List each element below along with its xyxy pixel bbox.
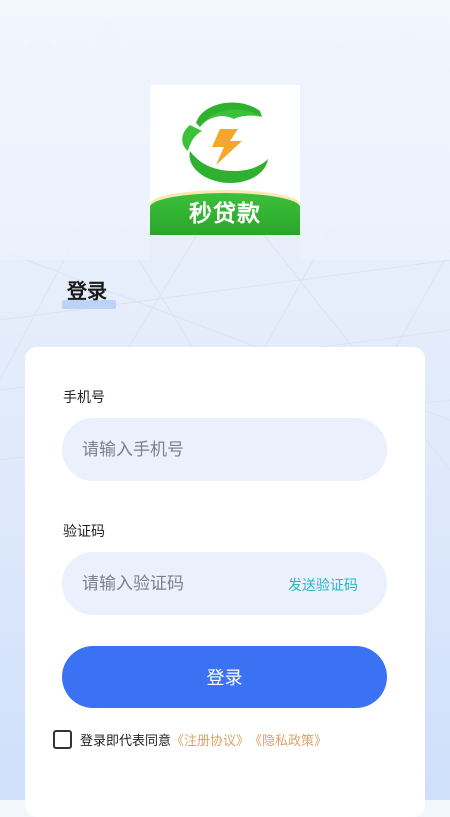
tab-login[interactable]: 登录 xyxy=(67,275,107,304)
phone-input[interactable] xyxy=(62,418,387,481)
login-card: 手机号 验证码 发送验证码 登录 登录即代表同意 《注册协议》 《隐私政策》 xyxy=(25,347,425,817)
agreement-checkbox[interactable] xyxy=(53,730,72,749)
agreement-row: 登录即代表同意 《注册协议》 《隐私政策》 xyxy=(53,730,327,749)
privacy-link[interactable]: 《隐私政策》 xyxy=(249,730,327,749)
terms-link[interactable]: 《注册协议》 xyxy=(171,730,249,749)
login-button[interactable]: 登录 xyxy=(62,646,387,708)
app-logo: 秒贷款 xyxy=(150,85,300,235)
agreement-prefix: 登录即代表同意 xyxy=(80,734,172,749)
logo-text: 秒贷款 xyxy=(189,201,261,227)
code-label: 验证码 xyxy=(63,524,105,540)
send-code-button[interactable]: 发送验证码 xyxy=(288,575,358,595)
phone-label: 手机号 xyxy=(63,390,105,406)
